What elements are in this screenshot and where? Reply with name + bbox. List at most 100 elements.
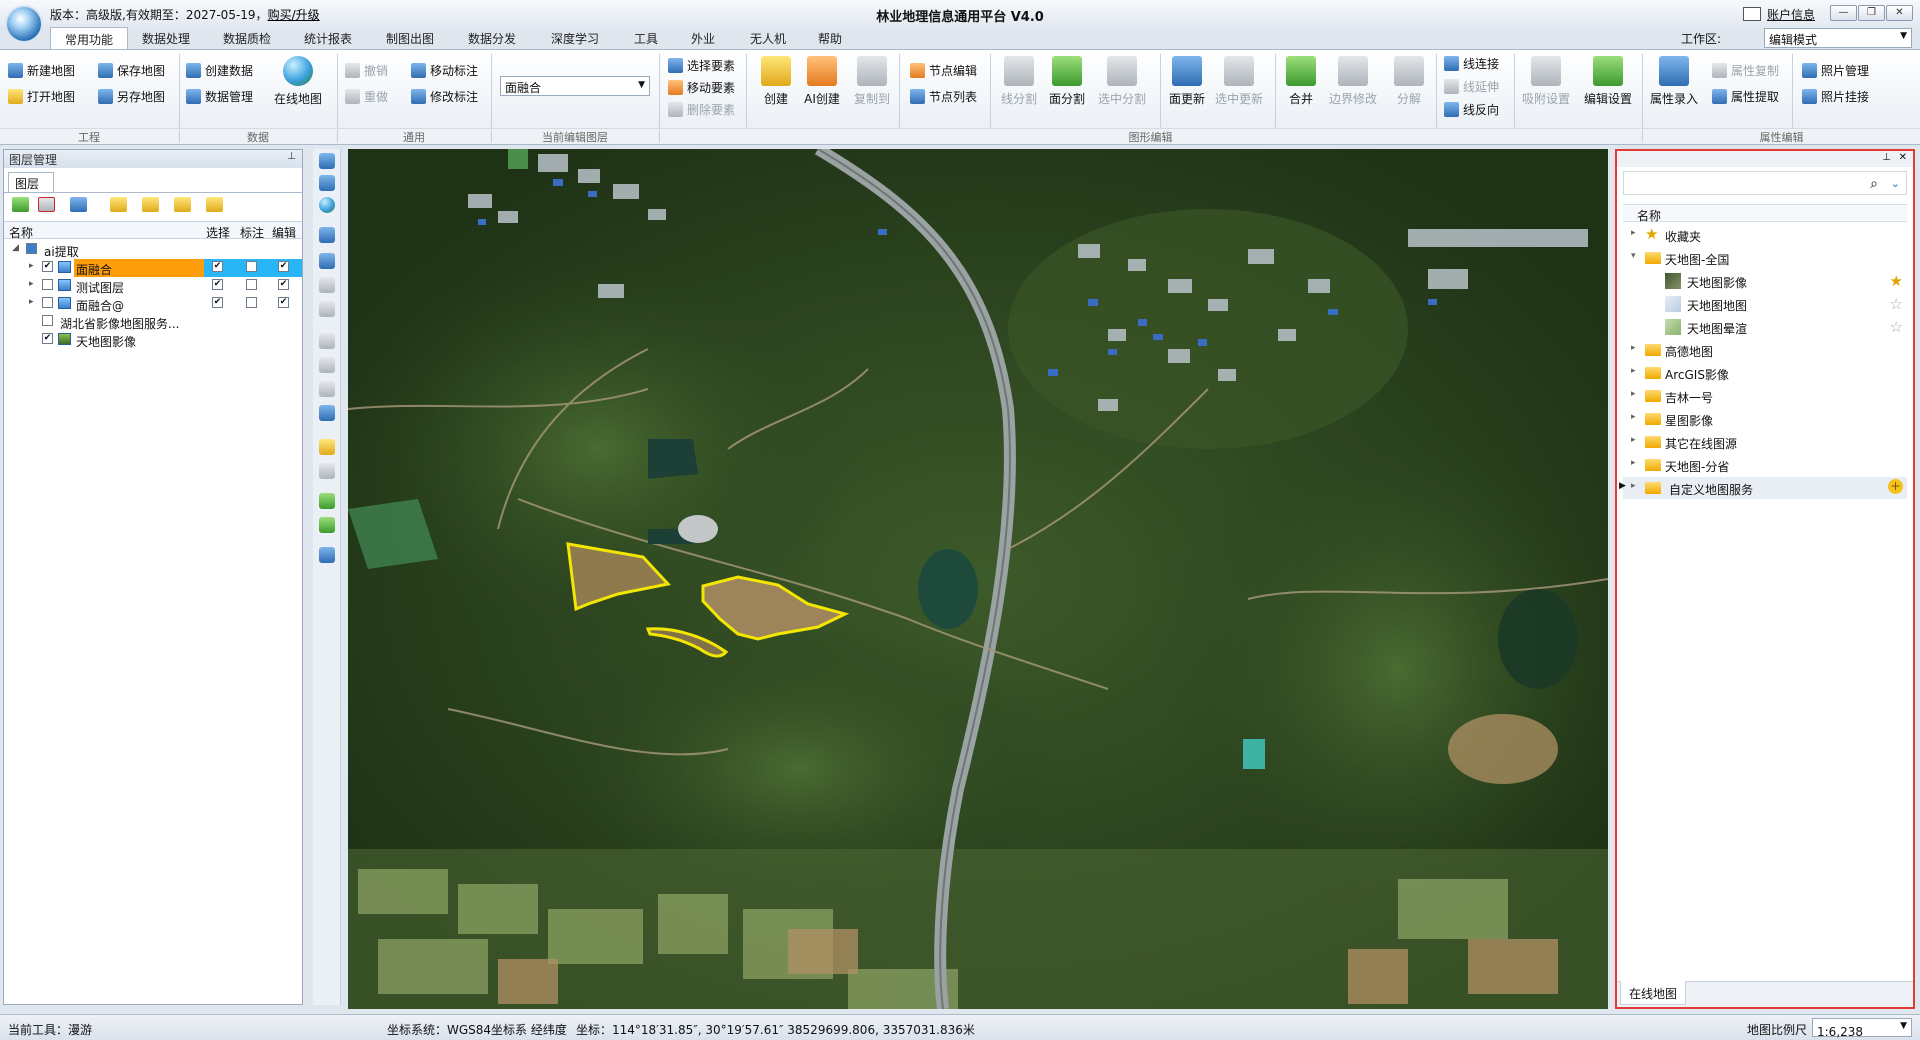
layer-down-icon[interactable]: [142, 197, 159, 212]
expand-icon[interactable]: ▸: [29, 261, 34, 271]
close-button[interactable]: ✕: [1886, 5, 1913, 21]
save-map-button[interactable]: 保存地图: [98, 62, 165, 79]
edit-checkbox[interactable]: ✔: [278, 297, 289, 308]
tree-item-folder[interactable]: ▸ 星图影像: [1623, 408, 1907, 430]
ai-create-button[interactable]: AI创建: [798, 56, 846, 107]
chevron-down-icon[interactable]: ⌄: [1891, 177, 1900, 190]
zoom-out-icon[interactable]: [319, 301, 335, 317]
open-map-button[interactable]: 打开地图: [8, 88, 75, 105]
star-icon[interactable]: ★: [1890, 272, 1903, 290]
tab-distribution[interactable]: 数据分发: [468, 30, 516, 47]
draw-icon[interactable]: [319, 493, 335, 509]
layer-row[interactable]: ▸ 面融合@ ✔ ✔: [4, 295, 302, 313]
tab-layers[interactable]: 图层: [8, 172, 54, 192]
select-checkbox[interactable]: ✔: [212, 261, 223, 272]
expand-icon[interactable]: ▸: [1631, 366, 1636, 376]
tab-common[interactable]: 常用功能: [50, 27, 129, 49]
select-checkbox[interactable]: ✔: [212, 279, 223, 290]
tree-item-favorites[interactable]: ▸ ★ 收藏夹: [1623, 224, 1907, 246]
edit-label-button[interactable]: 修改标注: [411, 88, 478, 105]
expand-icon[interactable]: ▸: [1631, 458, 1636, 468]
buy-upgrade-link[interactable]: 购买/升级: [268, 8, 320, 22]
attribute-input-button[interactable]: 属性录入: [1650, 56, 1698, 107]
move-icon[interactable]: [319, 175, 335, 191]
measure-icon[interactable]: [319, 357, 335, 373]
line-connect-button[interactable]: 线连接: [1444, 55, 1499, 72]
visibility-checkbox[interactable]: ✔: [42, 261, 53, 272]
visibility-checkbox[interactable]: [42, 297, 53, 308]
collapse-icon[interactable]: ▾: [1631, 251, 1636, 261]
workarea-select[interactable]: 编辑模式 ▼: [1764, 28, 1912, 48]
tab-online-map[interactable]: 在线地图: [1620, 981, 1687, 1005]
create-data-button[interactable]: 创建数据: [186, 62, 253, 79]
marker-icon[interactable]: [319, 439, 335, 455]
redo-button[interactable]: 重做: [345, 88, 388, 105]
map-canvas[interactable]: [348, 149, 1608, 1009]
pin-icon[interactable]: ⊥: [1882, 152, 1891, 163]
expand-icon[interactable]: ▸: [1631, 228, 1636, 238]
photo-link-button[interactable]: 照片挂接: [1802, 88, 1869, 105]
tab-mapping[interactable]: 制图出图: [386, 30, 434, 47]
tab-statistics[interactable]: 统计报表: [304, 30, 352, 47]
select-pointer-icon[interactable]: [319, 227, 335, 243]
info-icon[interactable]: [319, 253, 335, 269]
star-outline-icon[interactable]: ☆: [1890, 318, 1903, 336]
visibility-checkbox[interactable]: [42, 315, 53, 326]
layer-export-icon[interactable]: [319, 517, 335, 533]
save-as-map-button[interactable]: 另存地图: [98, 88, 165, 105]
label-checkbox[interactable]: [246, 261, 257, 272]
search-icon[interactable]: ⌕: [1870, 176, 1878, 192]
explode-button[interactable]: 分解: [1385, 56, 1433, 107]
snap-settings-button[interactable]: 吸附设置: [1522, 56, 1570, 107]
expand-icon[interactable]: ▸: [1631, 343, 1636, 353]
tree-item-tdt-map[interactable]: 天地图地图 ☆: [1623, 293, 1907, 315]
layer-bottom-icon[interactable]: [206, 197, 223, 212]
label-checkbox[interactable]: [246, 297, 257, 308]
polygon-update-button[interactable]: 面更新: [1163, 56, 1211, 107]
select-checkbox[interactable]: ✔: [212, 297, 223, 308]
layer-row[interactable]: ▸ ✔ 面融合 ✔ ✔: [4, 259, 302, 277]
tab-data-processing[interactable]: 数据处理: [142, 30, 190, 47]
tab-uav[interactable]: 无人机: [750, 30, 786, 47]
online-map-button[interactable]: 在线地图: [274, 56, 322, 107]
data-manage-button[interactable]: 数据管理: [186, 88, 253, 105]
close-icon[interactable]: ✕: [1899, 152, 1907, 163]
current-layer-select[interactable]: 面融合 ▼: [500, 76, 650, 96]
tab-deep-learning[interactable]: 深度学习: [551, 30, 599, 47]
base-layer-row[interactable]: ✔ 天地图影像: [4, 331, 302, 349]
tree-item-folder[interactable]: ▸ 吉林一号: [1623, 385, 1907, 407]
copy-to-button[interactable]: 复制到: [848, 56, 896, 107]
zoom-in-icon[interactable]: [319, 277, 335, 293]
select-feature-button[interactable]: 选择要素: [668, 57, 735, 74]
node-list-button[interactable]: 节点列表: [910, 88, 977, 105]
attribute-extract-button[interactable]: 属性提取: [1712, 88, 1779, 105]
tab-data-qc[interactable]: 数据质检: [223, 30, 271, 47]
add-layer-icon[interactable]: [12, 197, 29, 212]
star-outline-icon[interactable]: ☆: [1890, 295, 1903, 313]
edit-checkbox[interactable]: ✔: [278, 279, 289, 290]
tree-item-folder[interactable]: ▸ 高德地图: [1623, 339, 1907, 361]
tree-item-custom-service[interactable]: ▶ ▸ 自定义地图服务 +: [1619, 477, 1907, 499]
layer-group-row[interactable]: ◢ ai提取: [4, 241, 302, 259]
delete-feature-button[interactable]: 删除要素: [668, 101, 735, 118]
tab-tools[interactable]: 工具: [634, 30, 658, 47]
account-info-link[interactable]: 账户信息: [1767, 6, 1815, 23]
expand-icon[interactable]: ▸: [1631, 412, 1636, 422]
photo-manage-button[interactable]: 照片管理: [1802, 62, 1869, 79]
measure-area-icon[interactable]: [319, 381, 335, 397]
expand-icon[interactable]: ▸: [1631, 435, 1636, 445]
expand-icon[interactable]: ▸: [29, 279, 34, 289]
tree-item-tdt-national[interactable]: ▾ 天地图-全国: [1623, 247, 1907, 269]
minimize-button[interactable]: —: [1830, 5, 1857, 21]
tree-item-folder[interactable]: ▸ 其它在线图源: [1623, 431, 1907, 453]
search-map-icon[interactable]: [319, 463, 335, 479]
tab-field[interactable]: 外业: [691, 30, 715, 47]
gps-icon[interactable]: [319, 547, 335, 563]
pan-hand-icon[interactable]: [319, 153, 335, 169]
tree-item-tdt-imagery[interactable]: 天地图影像 ★: [1623, 270, 1907, 292]
attribute-table-icon[interactable]: [70, 197, 87, 212]
tab-help[interactable]: 帮助: [818, 30, 842, 47]
add-service-icon[interactable]: +: [1888, 479, 1903, 494]
new-map-button[interactable]: 新建地图: [8, 62, 75, 79]
layer-row[interactable]: ▸ 测试图层 ✔ ✔: [4, 277, 302, 295]
